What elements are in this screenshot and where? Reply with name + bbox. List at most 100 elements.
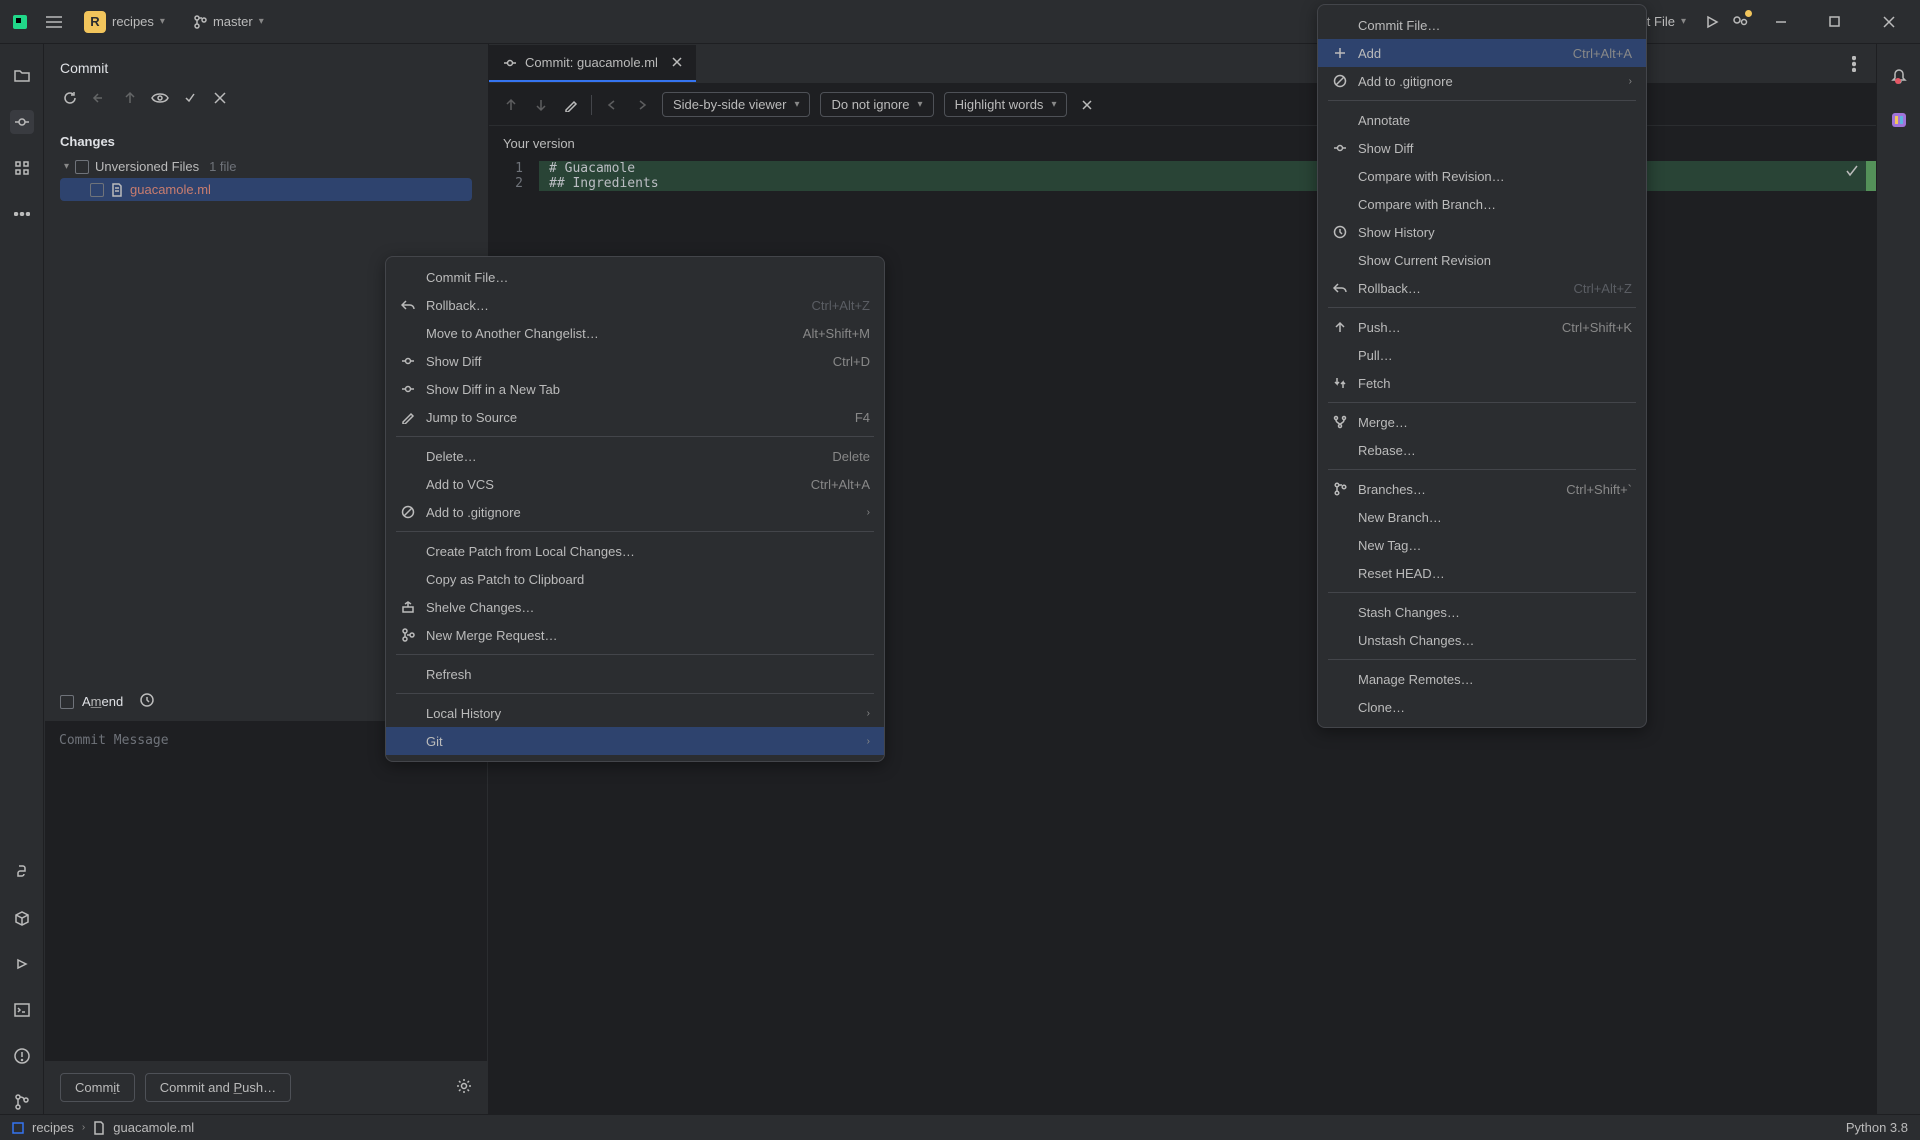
collapse-icon[interactable] bbox=[1077, 95, 1097, 115]
refresh-icon[interactable] bbox=[60, 88, 80, 108]
prev-diff-icon[interactable] bbox=[501, 95, 521, 115]
edit-source-icon[interactable] bbox=[561, 95, 581, 115]
maximize-button[interactable] bbox=[1812, 6, 1858, 38]
commit-and-push-button[interactable]: Commit and Push… bbox=[145, 1073, 291, 1102]
close-button[interactable] bbox=[1866, 6, 1912, 38]
chevron-down-icon: ▾ bbox=[64, 161, 69, 172]
run-icon[interactable] bbox=[1702, 12, 1722, 32]
menu-item[interactable]: Pull… bbox=[1318, 341, 1646, 369]
menu-item-label: Show Current Revision bbox=[1358, 253, 1632, 268]
project-tool-icon[interactable] bbox=[10, 64, 34, 88]
menu-item[interactable]: AddCtrl+Alt+A bbox=[1318, 39, 1646, 67]
menu-item[interactable]: Branches…Ctrl+Shift+` bbox=[1318, 475, 1646, 503]
git-submenu: Commit File…AddCtrl+Alt+AAdd to .gitigno… bbox=[1317, 4, 1647, 728]
next-diff-icon[interactable] bbox=[531, 95, 551, 115]
menu-item[interactable]: New Tag… bbox=[1318, 531, 1646, 559]
blank-icon bbox=[400, 733, 416, 749]
project-badge: R bbox=[84, 11, 106, 33]
commit-button[interactable]: Commit bbox=[60, 1073, 135, 1102]
code-with-me-icon[interactable] bbox=[1730, 12, 1750, 32]
gear-icon[interactable] bbox=[456, 1078, 472, 1097]
menu-item[interactable]: Local History› bbox=[386, 699, 884, 727]
checkbox[interactable] bbox=[75, 160, 89, 174]
problems-icon[interactable] bbox=[10, 1044, 34, 1068]
unversioned-files-node[interactable]: ▾ Unversioned Files 1 file bbox=[60, 155, 472, 178]
services-icon[interactable] bbox=[10, 952, 34, 976]
prev-file-icon[interactable] bbox=[602, 95, 622, 115]
menu-separator bbox=[1328, 659, 1636, 660]
menu-item[interactable]: Show Diff in a New Tab bbox=[386, 375, 884, 403]
menu-item[interactable]: Show DiffCtrl+D bbox=[386, 347, 884, 375]
diff-icon[interactable] bbox=[120, 88, 140, 108]
menu-shortcut: Ctrl+Alt+Z bbox=[811, 298, 870, 313]
show-diff-icon[interactable] bbox=[150, 88, 170, 108]
file-icon bbox=[93, 1121, 105, 1135]
more-tool-icon[interactable] bbox=[10, 202, 34, 226]
menu-item[interactable]: Stash Changes… bbox=[1318, 598, 1646, 626]
branch-selector[interactable]: master ▾ bbox=[185, 10, 272, 33]
ai-assistant-icon[interactable] bbox=[1887, 108, 1911, 132]
tab-options-icon[interactable] bbox=[1844, 54, 1864, 74]
menu-item[interactable]: Commit File… bbox=[386, 263, 884, 291]
viewer-mode-select[interactable]: Side-by-side viewer▾ bbox=[662, 92, 810, 117]
file-node[interactable]: guacamole.ml bbox=[60, 178, 472, 201]
menu-item[interactable]: Commit File… bbox=[1318, 11, 1646, 39]
menu-item[interactable]: Manage Remotes… bbox=[1318, 665, 1646, 693]
menu-item[interactable]: Move to Another Changelist…Alt+Shift+M bbox=[386, 319, 884, 347]
next-file-icon[interactable] bbox=[632, 95, 652, 115]
menu-item-label: Rebase… bbox=[1358, 443, 1632, 458]
rollback-icon[interactable] bbox=[90, 88, 110, 108]
menu-item[interactable]: Jump to SourceF4 bbox=[386, 403, 884, 431]
revert-icon[interactable] bbox=[210, 88, 230, 108]
blank-icon bbox=[1332, 509, 1348, 525]
breadcrumb-file[interactable]: guacamole.ml bbox=[113, 1120, 194, 1135]
commit-message-input[interactable]: Commit Message bbox=[45, 721, 487, 1061]
menu-item[interactable]: Add to VCSCtrl+Alt+A bbox=[386, 470, 884, 498]
menu-item[interactable]: New Merge Request… bbox=[386, 621, 884, 649]
menu-item[interactable]: Reset HEAD… bbox=[1318, 559, 1646, 587]
checkbox[interactable] bbox=[90, 183, 104, 197]
hamburger-icon[interactable] bbox=[44, 12, 64, 32]
blank-icon bbox=[1332, 699, 1348, 715]
editor-tab[interactable]: Commit: guacamole.ml bbox=[489, 45, 696, 82]
blank-icon bbox=[1332, 565, 1348, 581]
menu-item[interactable]: Unstash Changes… bbox=[1318, 626, 1646, 654]
commit-panel-title: Commit bbox=[44, 44, 488, 88]
menu-item[interactable]: Add to .gitignore› bbox=[386, 498, 884, 526]
git-tool-icon[interactable] bbox=[10, 1090, 34, 1114]
menu-item[interactable]: Show History bbox=[1318, 218, 1646, 246]
notifications-icon[interactable] bbox=[1887, 64, 1911, 88]
structure-tool-icon[interactable] bbox=[10, 156, 34, 180]
breadcrumb-project[interactable]: recipes bbox=[32, 1120, 74, 1135]
menu-item[interactable]: Clone… bbox=[1318, 693, 1646, 721]
menu-item[interactable]: Refresh bbox=[386, 660, 884, 688]
menu-item-label: Commit File… bbox=[426, 270, 870, 285]
blank-icon bbox=[400, 666, 416, 682]
chevron-down-icon: ▾ bbox=[160, 16, 165, 27]
menu-item[interactable]: Add to .gitignore› bbox=[1318, 67, 1646, 95]
highlight-select[interactable]: Highlight words▾ bbox=[944, 92, 1068, 117]
blank-icon bbox=[400, 571, 416, 587]
project-selector[interactable]: R recipes ▾ bbox=[76, 7, 173, 37]
menu-item[interactable]: Delete…Delete bbox=[386, 442, 884, 470]
menu-item[interactable]: Copy as Patch to Clipboard bbox=[386, 565, 884, 593]
packages-icon[interactable] bbox=[10, 906, 34, 930]
menu-item[interactable]: Git› bbox=[386, 727, 884, 755]
python-console-icon[interactable] bbox=[10, 860, 34, 884]
history-icon[interactable] bbox=[139, 692, 155, 711]
menu-item[interactable]: Push…Ctrl+Shift+K bbox=[1318, 313, 1646, 341]
amend-checkbox[interactable] bbox=[60, 695, 74, 709]
close-tab-icon[interactable] bbox=[672, 55, 682, 70]
changelist-icon[interactable] bbox=[180, 88, 200, 108]
terminal-icon[interactable] bbox=[10, 998, 34, 1022]
menu-item-label: Show History bbox=[1358, 225, 1632, 240]
chevron-right-icon: › bbox=[82, 1122, 85, 1133]
commit-tool-icon[interactable] bbox=[10, 110, 34, 134]
ignore-whitespace-select[interactable]: Do not ignore▾ bbox=[820, 92, 933, 117]
menu-item[interactable]: Rebase… bbox=[1318, 436, 1646, 464]
blank-icon bbox=[1332, 112, 1348, 128]
minimize-button[interactable] bbox=[1758, 6, 1804, 38]
menu-item[interactable]: Merge… bbox=[1318, 408, 1646, 436]
interpreter-indicator[interactable]: Python 3.8 bbox=[1846, 1120, 1908, 1135]
left-toolwindow-bar bbox=[0, 44, 44, 1114]
